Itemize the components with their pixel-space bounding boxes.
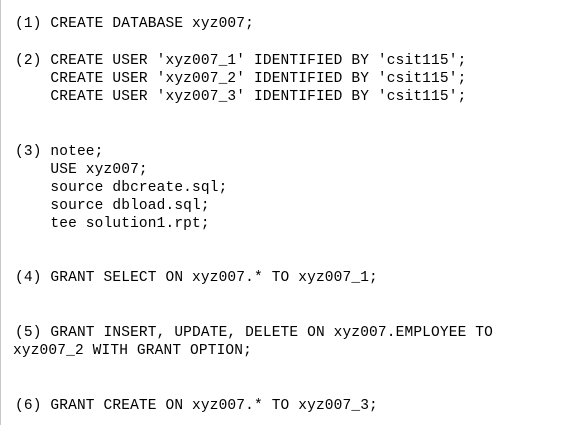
statement-2-line-2: CREATE USER 'xyz007_2' IDENTIFIED BY 'cs…	[15, 71, 467, 87]
statement-5-line-2: xyz007_2 WITH GRANT OPTION;	[13, 343, 252, 359]
statement-6-line: (6) GRANT CREATE ON xyz007.* TO xyz007_3…	[15, 398, 378, 414]
statement-4-line: (4) GRANT SELECT ON xyz007.* TO xyz007_1…	[15, 270, 378, 286]
statement-3-line-4: source dbload.sql;	[15, 198, 210, 214]
statement-2-line-3: CREATE USER 'xyz007_3' IDENTIFIED BY 'cs…	[15, 89, 467, 105]
statement-3-line-1: (3) notee;	[15, 144, 104, 160]
statement-2-line-1: (2) CREATE USER 'xyz007_1' IDENTIFIED BY…	[15, 53, 467, 69]
statement-1-line: (1) CREATE DATABASE xyz007;	[15, 16, 254, 32]
statement-3-line-5: tee solution1.rpt;	[15, 216, 210, 232]
statement-3-line-3: source dbcreate.sql;	[15, 180, 228, 196]
statement-3-line-2: USE xyz007;	[15, 162, 148, 178]
sql-text-document: (1) CREATE DATABASE xyz007; (2) CREATE U…	[0, 0, 580, 425]
statement-5-line-1: (5) GRANT INSERT, UPDATE, DELETE ON xyz0…	[15, 325, 493, 341]
